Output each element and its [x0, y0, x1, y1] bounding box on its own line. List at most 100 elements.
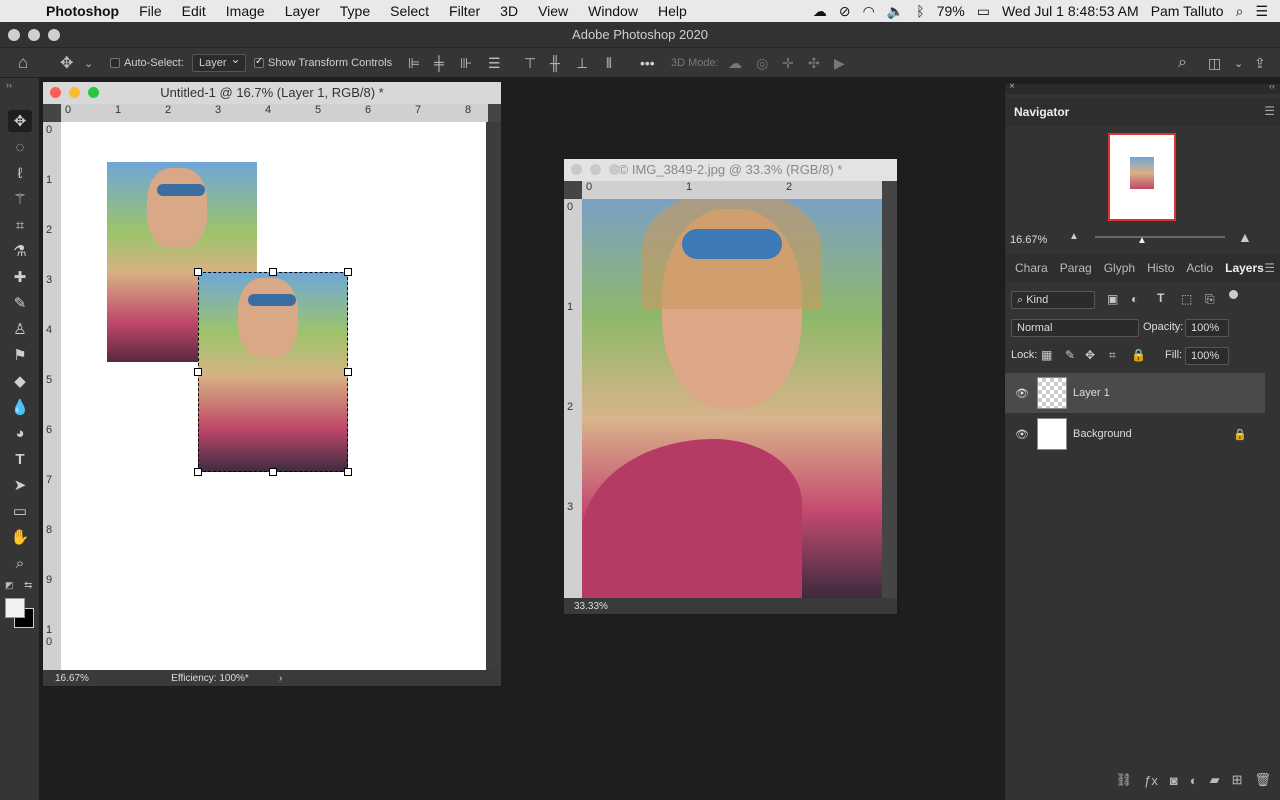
doc-close-button[interactable]: [571, 164, 582, 175]
doc-minimize-button[interactable]: [69, 87, 80, 98]
status-menu-arrow-icon[interactable]: ›: [279, 673, 282, 684]
healing-brush-tool-icon[interactable]: ✚: [8, 266, 32, 288]
layer-lock-icon[interactable]: 🔒: [1233, 428, 1247, 441]
clock[interactable]: Wed Jul 1 8:48:53 AM: [1002, 3, 1139, 19]
expand-panel-icon[interactable]: ››: [6, 80, 12, 90]
3d-orbit-icon[interactable]: ☁: [728, 48, 742, 78]
app-minimize-button[interactable]: [28, 29, 40, 41]
doc-zoom-button[interactable]: [88, 87, 99, 98]
default-colors-icon[interactable]: ◩: [5, 580, 14, 591]
notification-center-icon[interactable]: ☰: [1255, 3, 1268, 20]
transform-handle[interactable]: [344, 468, 352, 476]
type-tool-icon[interactable]: T: [8, 448, 32, 470]
lock-position-icon[interactable]: ✥: [1085, 348, 1095, 362]
creative-cloud-icon[interactable]: ☁: [813, 3, 827, 20]
layer-name[interactable]: Background: [1073, 428, 1132, 440]
horizontal-ruler[interactable]: 0 1 2 3 4 5 6 7 8: [61, 104, 488, 122]
menu-app-name[interactable]: Photoshop: [36, 3, 129, 19]
battery-percent[interactable]: 79%: [937, 3, 965, 19]
zoom-slider-track[interactable]: [1095, 236, 1225, 238]
menu-window[interactable]: Window: [578, 3, 648, 19]
tab-character[interactable]: Chara: [1009, 261, 1054, 275]
vertical-ruler[interactable]: 0 1 2 3 4 5 6 7 8 9 1 0: [43, 122, 61, 672]
menu-file[interactable]: File: [129, 3, 172, 19]
align-right-icon[interactable]: ⊪: [460, 48, 472, 78]
user-name[interactable]: Pam Talluto: [1151, 3, 1224, 19]
visibility-eye-icon[interactable]: 👁: [1015, 387, 1029, 400]
tab-paragraph[interactable]: Parag: [1054, 261, 1098, 275]
transform-handle[interactable]: [269, 468, 277, 476]
transform-handle[interactable]: [344, 368, 352, 376]
new-adjustment-layer-icon[interactable]: ◐: [1190, 773, 1198, 788]
paint-bucket-tool-icon[interactable]: ◆: [8, 370, 32, 392]
swap-colors-icon[interactable]: ⇆: [24, 580, 32, 591]
align-bottom-icon[interactable]: ⊥: [576, 48, 588, 78]
menu-select[interactable]: Select: [380, 3, 439, 19]
link-layers-icon[interactable]: ⛓: [1116, 772, 1133, 788]
menu-view[interactable]: View: [528, 3, 578, 19]
distribute-vertical-icon[interactable]: ⫴: [606, 48, 612, 78]
clone-stamp-tool-icon[interactable]: ♙: [8, 318, 32, 340]
filter-pixel-icon[interactable]: ▣: [1107, 292, 1118, 306]
zoom-in-icon[interactable]: ▲: [1238, 229, 1252, 245]
document-titlebar[interactable]: Untitled-1 @ 16.7% (Layer 1, RGB/8) *: [43, 82, 501, 104]
lock-transparent-icon[interactable]: ▦: [1041, 348, 1052, 362]
auto-select-checkbox[interactable]: Auto-Select:: [110, 48, 184, 78]
app-zoom-button[interactable]: [48, 29, 60, 41]
menu-3d[interactable]: 3D: [490, 3, 528, 19]
3d-camera-icon[interactable]: ▶: [834, 48, 845, 78]
move-tool-preset-icon[interactable]: ✥: [60, 48, 73, 78]
menu-edit[interactable]: Edit: [172, 3, 216, 19]
tab-navigator[interactable]: Navigator: [1014, 105, 1069, 119]
document-canvas[interactable]: [582, 199, 882, 599]
navigator-zoom[interactable]: 16.67%: [1010, 234, 1047, 246]
menu-help[interactable]: Help: [648, 3, 697, 19]
new-group-icon[interactable]: ▰: [1210, 772, 1220, 788]
tab-glyphs[interactable]: Glyph: [1098, 261, 1141, 275]
distribute-horizontal-icon[interactable]: ☰: [488, 48, 501, 78]
rectangle-tool-icon[interactable]: ▭: [8, 500, 32, 522]
3d-roll-icon[interactable]: ◎: [756, 48, 768, 78]
show-transform-checkbox[interactable]: Show Transform Controls: [254, 48, 392, 78]
marquee-tool-icon[interactable]: ◌: [8, 136, 32, 158]
close-panel-icon[interactable]: ×: [1009, 81, 1015, 92]
lock-all-icon[interactable]: 🔒: [1131, 348, 1146, 362]
transform-handle[interactable]: [194, 368, 202, 376]
home-icon[interactable]: ⌂: [18, 48, 28, 78]
layer-name[interactable]: Layer 1: [1073, 387, 1110, 399]
workspace-icon[interactable]: ◫: [1208, 48, 1221, 78]
brush-tool-icon[interactable]: ✎: [8, 292, 32, 314]
hand-tool-icon[interactable]: ✋: [8, 526, 32, 548]
menu-image[interactable]: Image: [216, 3, 275, 19]
wifi-icon[interactable]: ◠: [863, 3, 875, 20]
auto-select-dropdown[interactable]: Layer: [192, 52, 246, 72]
lock-artboard-icon[interactable]: ⌗: [1109, 348, 1116, 363]
lasso-tool-icon[interactable]: ℓ: [8, 162, 32, 184]
menu-layer[interactable]: Layer: [275, 3, 330, 19]
doc-zoom-button[interactable]: [609, 164, 620, 175]
eyedropper-tool-icon[interactable]: ⚗: [8, 240, 32, 262]
transform-handle[interactable]: [194, 468, 202, 476]
zoom-out-icon[interactable]: ▲: [1069, 231, 1079, 242]
app-close-button[interactable]: [8, 29, 20, 41]
3d-pan-icon[interactable]: ✛: [782, 48, 794, 78]
blur-tool-icon[interactable]: 💧: [8, 396, 32, 418]
collapse-panel-icon[interactable]: ‹‹: [1269, 81, 1275, 91]
lock-image-icon[interactable]: ✎: [1065, 348, 1075, 362]
filter-type-icon[interactable]: T: [1157, 291, 1164, 305]
layer-style-fx-icon[interactable]: ƒx: [1144, 773, 1158, 788]
doc-minimize-button[interactable]: [590, 164, 601, 175]
transform-handle[interactable]: [344, 268, 352, 276]
align-top-icon[interactable]: ⊤: [524, 48, 536, 78]
doc-close-button[interactable]: [50, 87, 61, 98]
path-selection-tool-icon[interactable]: ➤: [8, 474, 32, 496]
layer-filter-kind[interactable]: ⌕ Kind: [1011, 291, 1095, 309]
navigator-preview[interactable]: [1108, 133, 1176, 221]
filter-smart-object-icon[interactable]: ⎘: [1205, 292, 1215, 307]
panel-menu-icon[interactable]: ☰: [1264, 261, 1275, 275]
chevron-down-icon[interactable]: ⌄: [84, 48, 93, 78]
workspace-chevron-icon[interactable]: ⌄: [1234, 48, 1243, 78]
tab-history[interactable]: Histo: [1141, 261, 1180, 275]
crop-tool-icon[interactable]: ⌗: [8, 214, 32, 236]
share-icon[interactable]: ⇪: [1254, 48, 1266, 78]
